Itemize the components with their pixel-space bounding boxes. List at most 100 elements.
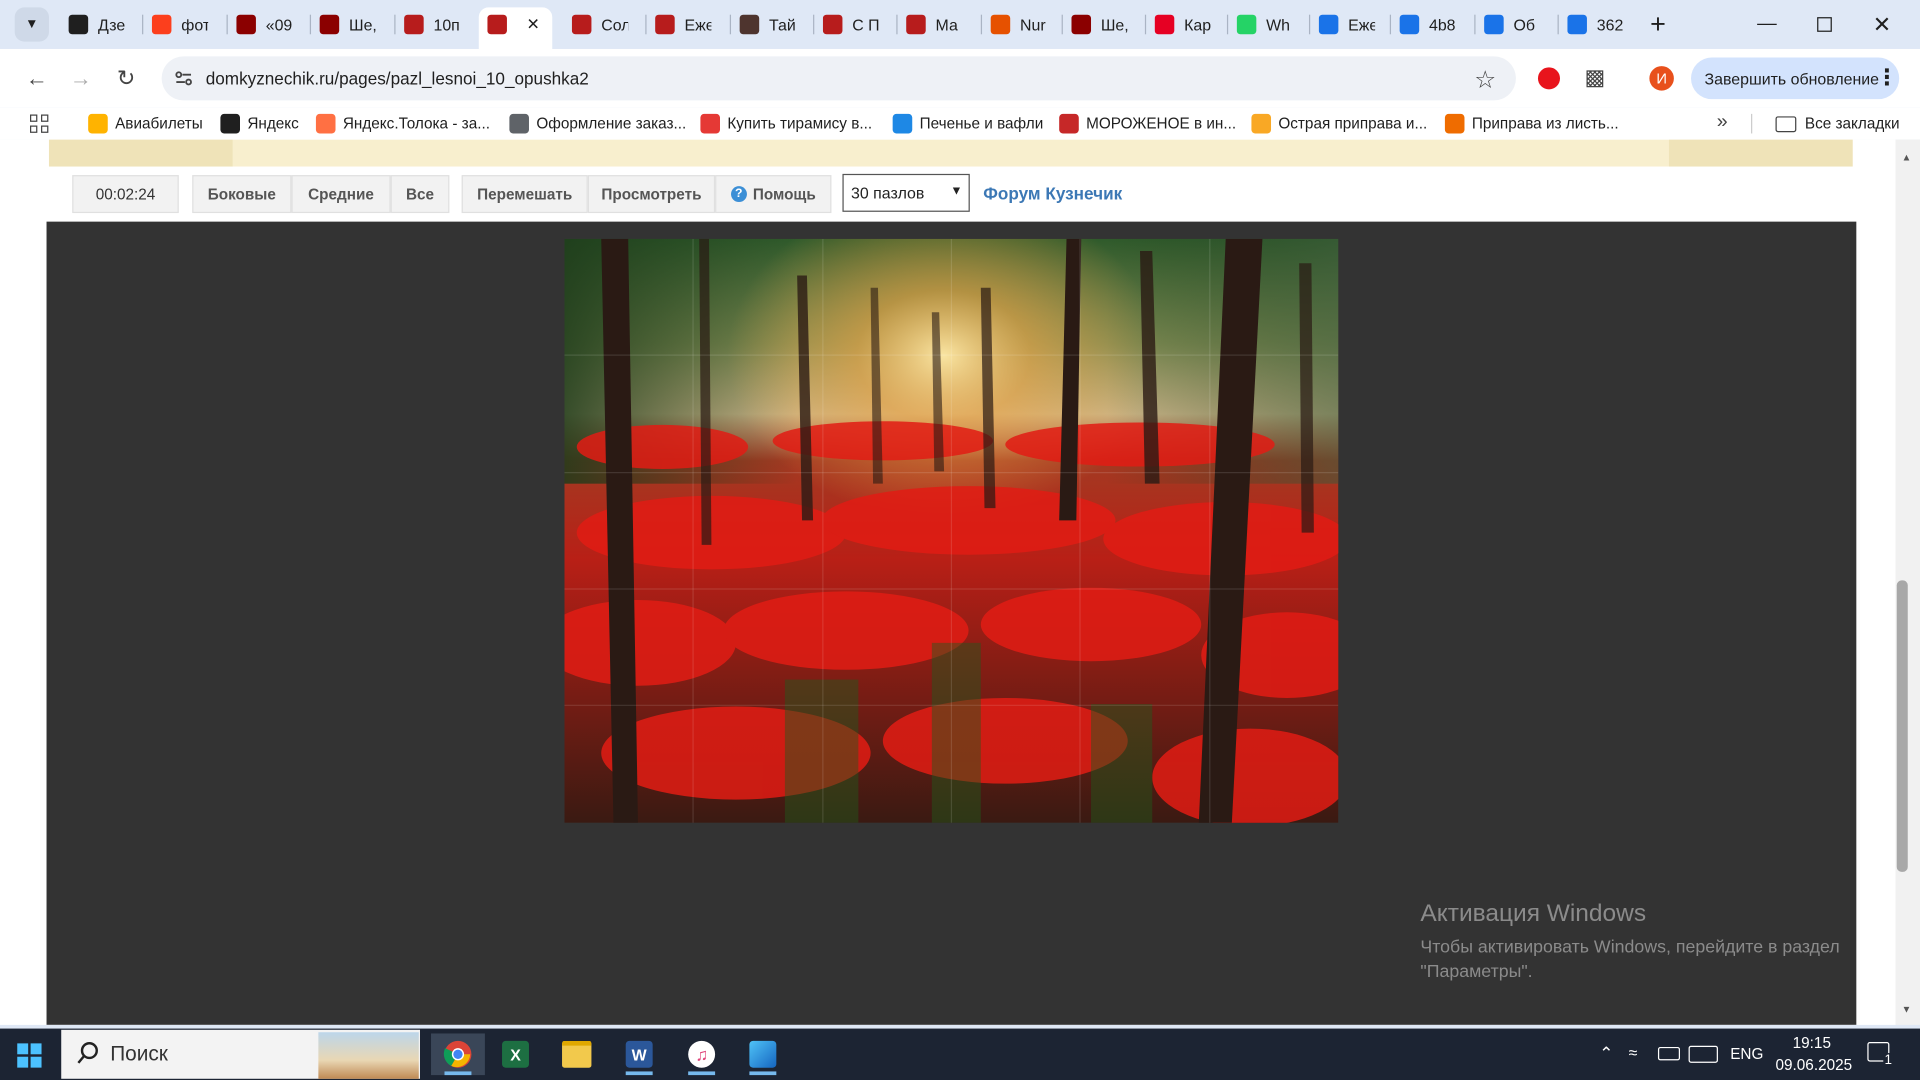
tab-title: Еже [684,15,711,34]
bookmark-star-icon[interactable]: ☆ [1474,65,1496,96]
extensions-icon[interactable]: ▩ [1584,65,1605,91]
all-pieces-button[interactable]: Все [390,175,450,214]
battery-icon[interactable] [1657,1046,1681,1061]
tab[interactable]: Сол [571,7,645,41]
all-bookmarks-folder[interactable]: Все закладки [1775,113,1900,135]
network-icon[interactable]: ≈ [1629,1043,1638,1061]
language-indicator[interactable]: ENG [1730,1046,1763,1063]
tab[interactable]: Ма [906,7,979,41]
bookmark-item[interactable]: Оформление заказ... [509,113,686,135]
pieces-count-select[interactable]: 30 пазлов ▼ [842,173,970,212]
site-settings-icon[interactable] [171,66,195,90]
preview-button[interactable]: Просмотреть [587,175,716,214]
forward-button[interactable]: → [64,61,98,95]
tab-separator [645,14,647,35]
site-icon [571,14,592,35]
new-tab-button[interactable]: + [1641,7,1675,41]
tab-separator [226,14,228,35]
tab[interactable]: Еже [655,7,728,41]
bookmark-item[interactable]: Авиабилеты [88,113,203,135]
plus-icon [220,113,241,134]
tab[interactable]: С П [822,7,896,41]
bookmark-item[interactable]: Яндекс [220,113,299,135]
tab-title: Еже [1348,15,1375,34]
address-bar[interactable]: domkyznechik.ru/pages/pazl_lesnoi_10_opu… [161,56,1516,101]
more-bookmarks-icon[interactable]: » [1717,111,1728,133]
maximize-button[interactable] [1796,0,1852,49]
explorer-taskbar-button[interactable] [555,1033,599,1075]
folder-icon [1775,115,1797,132]
scroll-down-icon[interactable]: ▼ [1902,1004,1912,1015]
reload-button[interactable]: ↻ [109,61,143,95]
apps-grid-icon[interactable] [29,114,49,134]
search-icon [76,1041,100,1072]
middle-pieces-button[interactable]: Средние [291,175,391,214]
tab-separator [1389,14,1392,35]
grasshopper-icon [1071,14,1092,35]
tab[interactable]: Об [1484,7,1557,41]
bookmark-item[interactable]: Приправа из листь... [1444,113,1619,135]
bookmark-item[interactable]: МОРОЖЕНОЕ в ин... [1059,113,1236,135]
scrollbar-thumb[interactable] [1896,580,1908,872]
site-header-strip [48,139,1853,167]
bookmark-item[interactable]: Печенье и вафли [892,113,1043,135]
site-icon [404,14,424,35]
tab[interactable]: Nur [990,7,1064,41]
tray-overflow-icon[interactable]: ⌃ [1599,1043,1613,1064]
keyboard-icon[interactable] [1688,1045,1718,1063]
clock-date[interactable]: 09.06.2025 [1776,1057,1853,1074]
shuffle-button[interactable]: Перемешать [461,175,588,214]
scroll-up-icon[interactable]: ▲ [1902,152,1912,163]
edges-button[interactable]: Боковые [192,175,292,214]
back-button[interactable]: ← [20,61,54,95]
tab[interactable]: Дзе [68,7,142,41]
tab[interactable]: 362 [1567,7,1640,41]
tab-separator [813,14,815,35]
shop-icon [1059,113,1079,134]
photos-taskbar-button[interactable] [741,1033,785,1076]
profile-avatar[interactable]: И [1649,66,1674,91]
tab-title: Об [1513,15,1535,34]
clock-time[interactable]: 19:15 [1793,1035,1831,1052]
tab-active[interactable]: ✕ [487,7,560,41]
close-window-button[interactable]: ✕ [1854,0,1910,49]
excel-taskbar-button[interactable]: X [493,1033,537,1075]
word-taskbar-button[interactable]: W [617,1033,661,1076]
tab[interactable]: Кар [1154,7,1228,41]
opera-extension-icon[interactable] [1537,67,1561,90]
tab[interactable]: Ше, [319,7,393,41]
word-icon: W [625,1040,653,1068]
update-button[interactable]: Завершить обновление [1691,57,1900,100]
forum-link[interactable]: Форум Кузнечик [983,184,1122,204]
help-button[interactable]: ? Помощь [715,175,832,214]
search-placeholder: Поиск [110,1042,168,1066]
start-button[interactable] [17,1043,42,1068]
bookmark-item[interactable]: Яндекс.Толока - за... [315,113,490,135]
tab-title: Ше, [1100,15,1128,34]
minimize-button[interactable]: — [1739,0,1795,49]
itunes-taskbar-button[interactable]: ♫ [680,1033,724,1076]
tab[interactable]: Ше, [1071,7,1144,41]
plus-icon [68,14,89,35]
tab[interactable]: «09 [236,7,309,41]
tab[interactable]: 4b8 [1399,7,1473,41]
bookmark-item[interactable]: Купить тирамису в... [700,113,872,135]
tab[interactable]: фот [151,7,225,41]
tab[interactable]: Тай [739,7,813,41]
tab[interactable]: 10п [404,7,477,41]
folder-icon [562,1040,592,1068]
whatsapp-icon [1236,14,1257,35]
close-tab-icon[interactable]: ✕ [527,15,540,35]
bookmark-item[interactable]: Острая приправа и... [1251,113,1427,135]
taskbar-search[interactable]: Поиск [61,1029,421,1079]
chrome-taskbar-button[interactable] [431,1033,485,1076]
windows-activation-title: Активация Windows [1420,900,1647,927]
menu-icon[interactable]: ⋮ [1876,65,1898,91]
tab[interactable]: Wh [1236,7,1310,41]
tab-separator [1557,14,1559,35]
tab-title: Ше, [348,15,376,34]
image-icon [739,14,760,35]
puzzle-image[interactable] [564,238,1339,823]
tab-search-button[interactable]: ▼ [14,7,49,42]
tab[interactable]: Еже [1318,7,1392,41]
